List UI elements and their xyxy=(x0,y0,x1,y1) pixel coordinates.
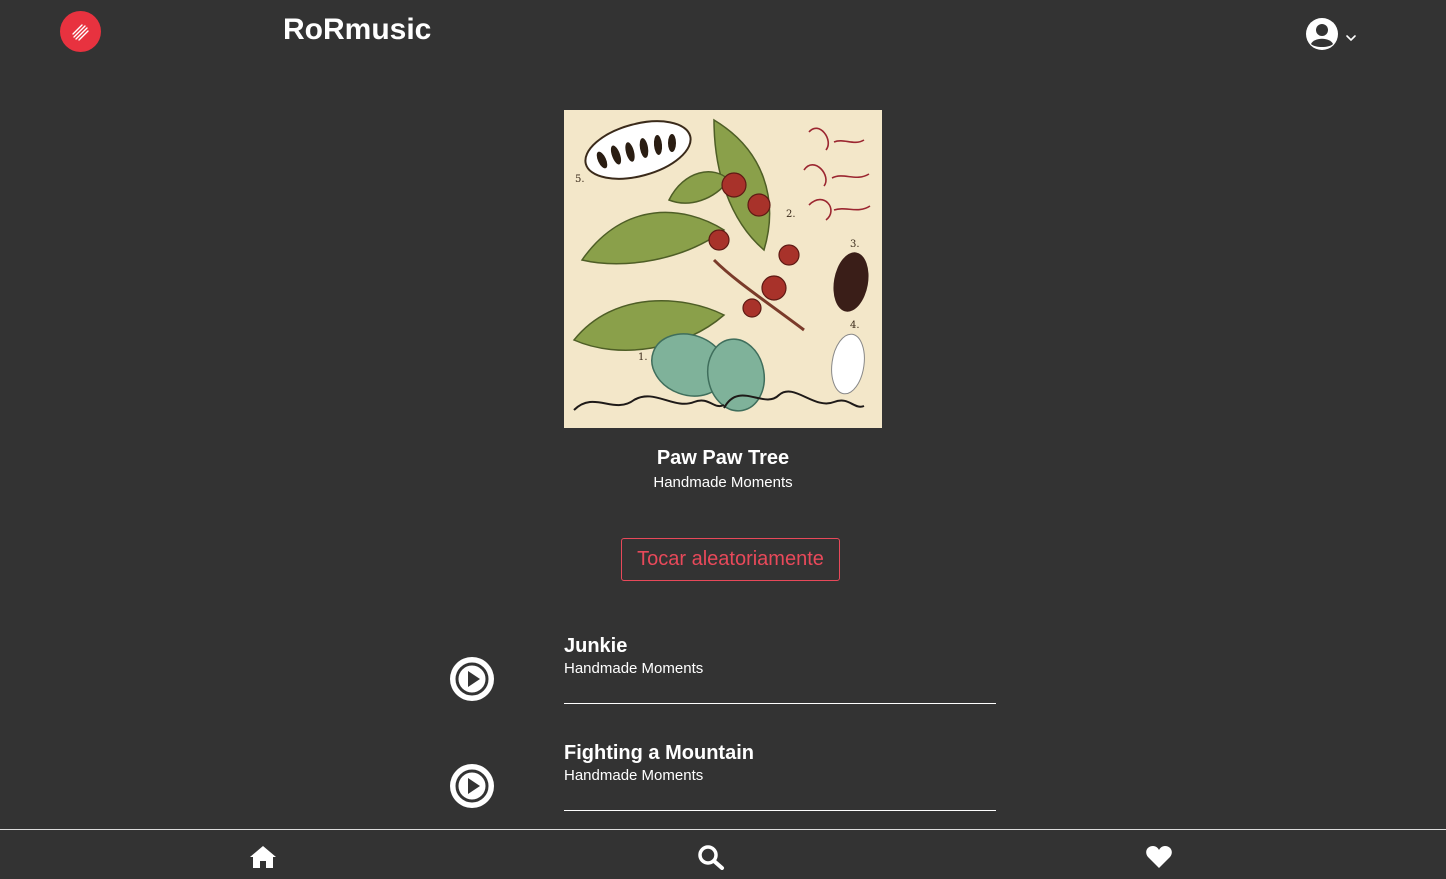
album-cover-art: 1. 2. 3. 4. 5. xyxy=(564,110,882,428)
track-title: Junkie xyxy=(564,635,628,657)
user-menu[interactable] xyxy=(1305,17,1357,51)
track-info: Fighting a Mountain Handmade Moments xyxy=(564,733,996,811)
album-artist[interactable]: Handmade Moments xyxy=(0,474,1446,491)
track-row[interactable]: Fighting a Mountain Handmade Moments xyxy=(450,733,996,840)
play-icon[interactable] xyxy=(450,657,494,701)
shuffle-play-button[interactable]: Tocar aleatoriamente xyxy=(621,538,840,581)
cover-number-2: 2. xyxy=(786,209,796,220)
heart-icon[interactable] xyxy=(1145,844,1173,870)
user-circle-icon xyxy=(1306,18,1338,50)
cover-number-3: 3. xyxy=(850,239,860,250)
play-icon[interactable] xyxy=(450,764,494,808)
cover-number-4: 4. xyxy=(850,320,860,331)
search-icon[interactable] xyxy=(697,844,725,870)
home-icon[interactable] xyxy=(249,844,277,870)
app-title[interactable]: RoRmusic xyxy=(283,11,431,49)
track-info: Junkie Handmade Moments xyxy=(564,626,996,704)
logo-icon[interactable] xyxy=(60,11,101,52)
cover-number-5: 5. xyxy=(575,174,585,185)
track-title: Fighting a Mountain xyxy=(564,742,754,764)
chevron-down-icon xyxy=(1346,35,1356,42)
album-cover: 1. 2. 3. 4. 5. xyxy=(564,110,882,428)
track-row[interactable]: Junkie Handmade Moments xyxy=(450,626,996,733)
track-artist: Handmade Moments xyxy=(564,767,704,784)
track-artist: Handmade Moments xyxy=(564,660,704,677)
music-waves-icon xyxy=(71,23,89,41)
app-page: RoRmusic 1. 2. 3. 4. 5. Paw Paw Tree Han… xyxy=(0,0,1446,879)
album-title: Paw Paw Tree xyxy=(656,447,790,469)
cover-number-1: 1. xyxy=(638,352,648,363)
bottom-nav xyxy=(0,829,1446,879)
